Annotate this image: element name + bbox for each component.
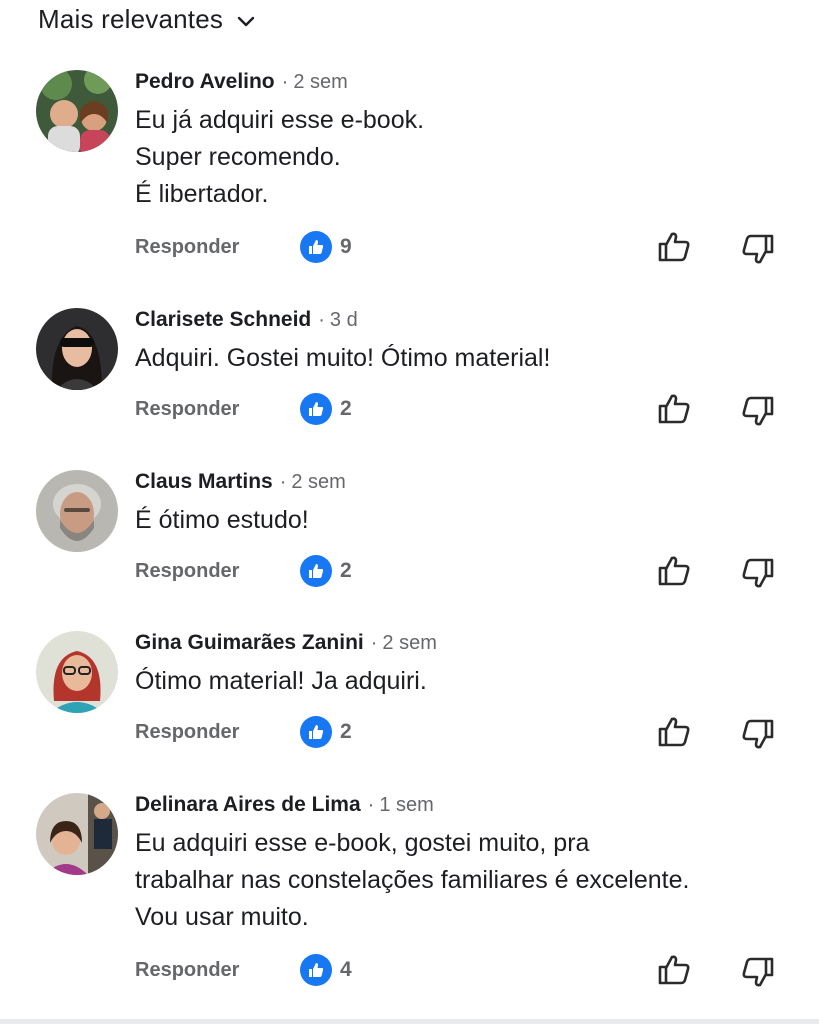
thumbs-up-icon[interactable] [655, 390, 693, 428]
reaction-summary[interactable]: 2 [300, 393, 352, 425]
comment-time[interactable]: 1 sem [379, 794, 433, 817]
avatar[interactable] [36, 631, 118, 713]
comment-actions: Responder 2 [135, 390, 795, 430]
avatar[interactable] [36, 308, 118, 390]
like-reaction-icon [300, 231, 332, 263]
comment-text: Eu já adquiri esse e-book. Super recomen… [135, 106, 425, 208]
comment-item: Pedro Avelino · 2 sem Eu já adquiri esse… [36, 70, 796, 208]
comment-text: Ótimo material! Ja adquiri. [135, 667, 427, 695]
comment-actions: Responder 9 [135, 228, 795, 268]
comment-time[interactable]: 3 d [330, 309, 358, 332]
like-reaction-icon [300, 555, 332, 587]
reply-button[interactable]: Responder [135, 398, 239, 421]
thumbs-down-icon[interactable] [739, 230, 777, 268]
reply-button[interactable]: Responder [135, 236, 239, 259]
avatar[interactable] [36, 470, 118, 552]
like-count: 2 [340, 559, 352, 582]
like-count: 4 [340, 958, 352, 981]
like-count: 2 [340, 397, 352, 420]
comment-text: Adquiri. Gostei muito! Ótimo material! [135, 344, 551, 372]
comment-actions: Responder 4 [135, 951, 795, 991]
avatar[interactable] [36, 70, 118, 152]
thumbs-up-icon[interactable] [655, 951, 693, 989]
like-reaction-icon [300, 393, 332, 425]
reply-button[interactable]: Responder [135, 560, 239, 583]
reaction-summary[interactable]: 2 [300, 555, 352, 587]
meta-separator: · [279, 471, 287, 493]
chevron-down-icon [237, 16, 255, 26]
comment-text: É ótimo estudo! [135, 506, 309, 534]
reply-button[interactable]: Responder [135, 959, 239, 982]
bottom-divider [0, 1019, 819, 1024]
comment-author[interactable]: Clarisete Schneid [135, 308, 311, 332]
comment-author[interactable]: Claus Martins [135, 470, 273, 494]
comment-author[interactable]: Pedro Avelino [135, 70, 275, 94]
like-reaction-icon [300, 716, 332, 748]
comment-author[interactable]: Delinara Aires de Lima [135, 793, 361, 817]
thumbs-up-icon[interactable] [655, 552, 693, 590]
thumbs-down-icon[interactable] [739, 392, 777, 430]
comment-text: Eu adquiri esse e-book, gostei muito, pr… [135, 829, 690, 931]
comment-author[interactable]: Gina Guimarães Zanini [135, 631, 364, 655]
like-reaction-icon [300, 954, 332, 986]
thumbs-up-icon[interactable] [655, 713, 693, 751]
meta-separator: · [367, 794, 375, 816]
reaction-summary[interactable]: 9 [300, 231, 352, 263]
comment-time[interactable]: 2 sem [293, 71, 347, 94]
sort-label: Mais relevantes [38, 4, 224, 34]
comment-time[interactable]: 2 sem [291, 471, 345, 494]
comment-actions: Responder 2 [135, 713, 795, 753]
meta-separator: · [281, 71, 289, 93]
reaction-summary[interactable]: 2 [300, 716, 352, 748]
like-count: 2 [340, 720, 352, 743]
reply-button[interactable]: Responder [135, 721, 239, 744]
thumbs-down-icon[interactable] [739, 953, 777, 991]
thumbs-down-icon[interactable] [739, 715, 777, 753]
like-count: 9 [340, 235, 352, 258]
avatar[interactable] [36, 793, 118, 875]
comment-item: Delinara Aires de Lima · 1 sem Eu adquir… [36, 793, 796, 931]
sort-dropdown[interactable]: Mais relevantes [38, 4, 255, 35]
thumbs-down-icon[interactable] [739, 554, 777, 592]
comment-time[interactable]: 2 sem [382, 632, 436, 655]
reaction-summary[interactable]: 4 [300, 954, 352, 986]
comment-actions: Responder 2 [135, 552, 795, 592]
meta-separator: · [318, 309, 325, 331]
meta-separator: · [370, 632, 378, 654]
thumbs-up-icon[interactable] [655, 228, 693, 266]
